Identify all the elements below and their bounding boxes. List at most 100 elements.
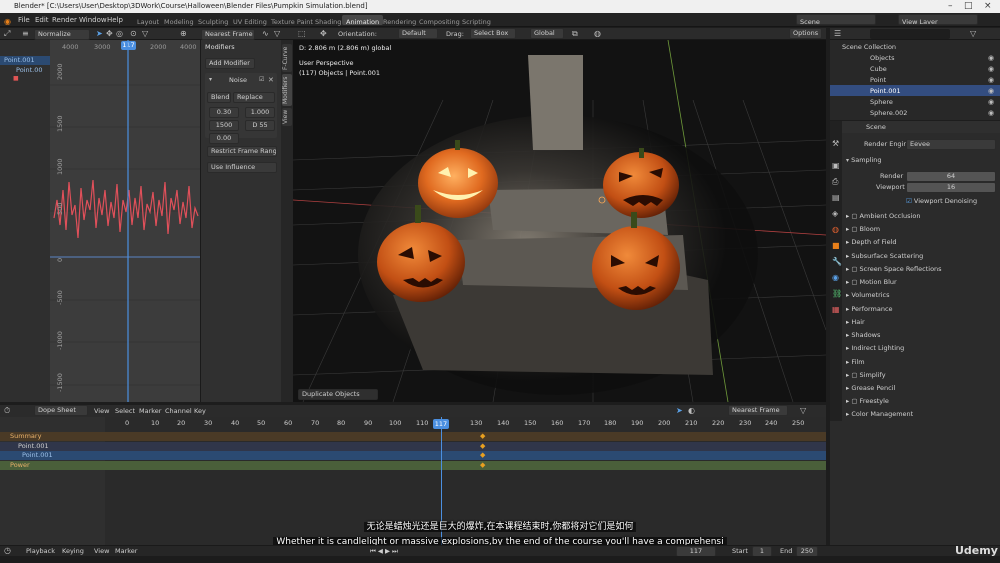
constraints-tab-icon[interactable]: ⛓ — [832, 289, 842, 299]
menu-select[interactable]: Select — [115, 406, 135, 416]
tool-tab-icon[interactable]: ⚒ — [832, 139, 839, 149]
channel-point001-data[interactable]: Point.001 — [22, 450, 53, 460]
keyframe[interactable]: ◆ — [480, 442, 485, 450]
keyframe[interactable]: ◆ — [480, 432, 485, 440]
tab-animation[interactable]: Animation — [342, 15, 384, 26]
graph-editor[interactable]: Point.001 Point.00 ■ 4000 3000 2000 4000… — [0, 40, 200, 402]
editor-type-icon[interactable]: ◷ — [4, 546, 11, 556]
texture-tab-icon[interactable]: ▦ — [832, 305, 840, 315]
pivot-icon[interactable]: ◎ — [116, 29, 123, 39]
visibility-eye-icon[interactable]: ◉ — [988, 64, 994, 74]
proportional-icon[interactable]: ⊙ — [130, 29, 137, 39]
menu-view[interactable]: View — [94, 406, 109, 416]
phase-field[interactable]: 1500 — [209, 120, 239, 131]
maximize-icon[interactable]: □ — [964, 0, 973, 13]
section-depth-of-field[interactable]: ▸ Depth of Field — [846, 237, 897, 247]
outliner-item-sphere002[interactable]: Sphere.002 — [870, 108, 907, 118]
options-dropdown[interactable]: Options — [789, 28, 822, 39]
minimize-icon[interactable]: – — [948, 0, 953, 13]
tab-uv-editing[interactable]: UV Editing — [229, 15, 271, 26]
section-indirect-lighting[interactable]: ▸ Indirect Lighting — [846, 343, 904, 353]
menu-playback[interactable]: Playback — [26, 546, 55, 556]
menu-window[interactable]: Window — [79, 13, 107, 27]
tab-texture-paint[interactable]: Texture Paint — [267, 15, 317, 26]
tab-shading[interactable]: Shading — [311, 15, 345, 26]
menu-channel[interactable]: Channel — [165, 406, 192, 416]
modifier-tab-icon[interactable]: 🔧 — [832, 257, 842, 267]
proportional-editing-icon[interactable]: ◍ — [594, 29, 601, 39]
snap-mode-dropdown[interactable]: Nearest Frame — [201, 29, 255, 40]
show-hidden-icon[interactable]: ◐ — [688, 406, 695, 416]
filter-icon-2[interactable]: ▽ — [274, 29, 280, 39]
outliner-item-sphere[interactable]: Sphere — [870, 97, 893, 107]
channel-point001[interactable]: Point.001 — [4, 55, 35, 65]
menu-hamburger-icon[interactable]: ≡ — [22, 29, 29, 39]
section-bloom[interactable]: ▸ ▢ Bloom — [846, 224, 880, 234]
menu-key[interactable]: Key — [194, 406, 206, 416]
orientation-dropdown[interactable]: Default — [398, 28, 438, 39]
strength-field[interactable]: 1.000 — [245, 107, 275, 118]
fcurve-icon[interactable]: ∿ — [262, 29, 269, 39]
playback-controls[interactable]: ⏮ ◀ ▶ ⏭ — [370, 546, 398, 556]
3d-viewport[interactable]: D: 2.806 m (2.806 m) global User Perspec… — [293, 40, 826, 402]
section-subsurface-scattering[interactable]: ▸ Subsurface Scattering — [846, 251, 923, 261]
restrict-frame-range-toggle[interactable]: Restrict Frame Range — [207, 146, 277, 157]
menu-edit[interactable]: Edit — [35, 13, 49, 27]
remove-modifier-icon[interactable]: ✕ — [268, 75, 274, 85]
blender-logo-icon[interactable]: ◉ — [4, 15, 11, 29]
section-film[interactable]: ▸ Film — [846, 357, 865, 367]
tab-fcurve[interactable]: F-Curve — [282, 44, 292, 72]
outliner-item-objects[interactable]: Objects — [870, 53, 895, 63]
outliner-selected-row[interactable] — [830, 85, 1000, 96]
view-layer-tab-icon[interactable]: ▤ — [832, 193, 840, 203]
outliner-search-input[interactable] — [870, 29, 950, 39]
viewport-denoising-checkbox[interactable]: ☑ Viewport Denoising — [906, 196, 977, 206]
editor-type-icon[interactable]: ⏱ — [4, 406, 10, 416]
tab-modeling[interactable]: Modeling — [160, 15, 198, 26]
depth-field[interactable]: D 55 — [245, 120, 275, 131]
blend-type-dropdown[interactable]: Replace — [233, 92, 275, 103]
editor-type-icon[interactable]: ☰ — [834, 29, 841, 39]
filter-icon[interactable]: ▽ — [800, 406, 806, 416]
section-motion-blur[interactable]: ▸ ▢ Motion Blur — [846, 277, 897, 287]
section-color-management[interactable]: ▸ Color Management — [846, 409, 913, 419]
tab-view[interactable]: View — [282, 108, 292, 126]
editor-type-icon[interactable]: ⤢ — [4, 29, 10, 39]
scene-selector[interactable]: Scene — [796, 14, 876, 25]
menu-render[interactable]: Render — [52, 13, 77, 27]
channel-point00[interactable]: Point.00 — [16, 65, 42, 75]
channel-summary[interactable]: Summary — [10, 431, 41, 441]
cursor-icon[interactable]: ➤ — [96, 29, 103, 39]
last-operator-panel[interactable]: Duplicate Objects — [298, 389, 378, 400]
menu-help[interactable]: Help — [107, 13, 123, 27]
dopesheet-snap-dropdown[interactable]: Nearest Frame — [728, 405, 788, 416]
blend-type-label[interactable]: Blend... — [207, 92, 231, 103]
channel-power[interactable]: Power — [10, 460, 30, 470]
outliner-item-scene-collection[interactable]: Scene Collection — [842, 42, 896, 52]
tab-modifiers[interactable]: Modifiers — [282, 74, 292, 106]
world-tab-icon[interactable]: ◍ — [832, 225, 839, 235]
tab-compositing[interactable]: Compositing — [415, 15, 464, 26]
tab-layout[interactable]: Layout — [133, 15, 163, 26]
visibility-eye-icon[interactable]: ◉ — [988, 53, 994, 63]
transform-icon[interactable]: ✥ — [320, 29, 327, 39]
visibility-eye-icon[interactable]: ◉ — [988, 97, 994, 107]
tab-scripting[interactable]: Scripting — [458, 15, 495, 26]
render-engine-dropdown[interactable]: Eevee — [906, 139, 996, 150]
dopesheet-current-frame[interactable]: 117 — [433, 419, 449, 429]
visibility-eye-icon[interactable]: ◉ — [988, 86, 994, 96]
outliner-item-point[interactable]: Point — [870, 75, 886, 85]
render-samples-field[interactable]: 64 — [906, 171, 996, 182]
filter-icon[interactable]: ▽ — [970, 29, 976, 39]
section-freestyle[interactable]: ▸ ▢ Freestyle — [846, 396, 889, 406]
view-layer-selector[interactable]: View Layer — [898, 14, 978, 25]
collapse-icon[interactable]: ▾ — [209, 75, 212, 85]
use-influence-toggle[interactable]: Use Influence — [207, 162, 277, 173]
close-icon[interactable]: × — [984, 0, 992, 13]
object-tab-icon[interactable]: ■ — [832, 241, 840, 251]
checkbox-icon[interactable]: ☑ — [259, 75, 264, 85]
dopesheet-mode-dropdown[interactable]: Dope Sheet — [34, 405, 88, 416]
view-icon[interactable]: ⊕ — [180, 29, 187, 39]
menu-keying[interactable]: Keying — [62, 546, 84, 556]
section-ssr[interactable]: ▸ ▢ Screen Space Reflections — [846, 264, 942, 274]
